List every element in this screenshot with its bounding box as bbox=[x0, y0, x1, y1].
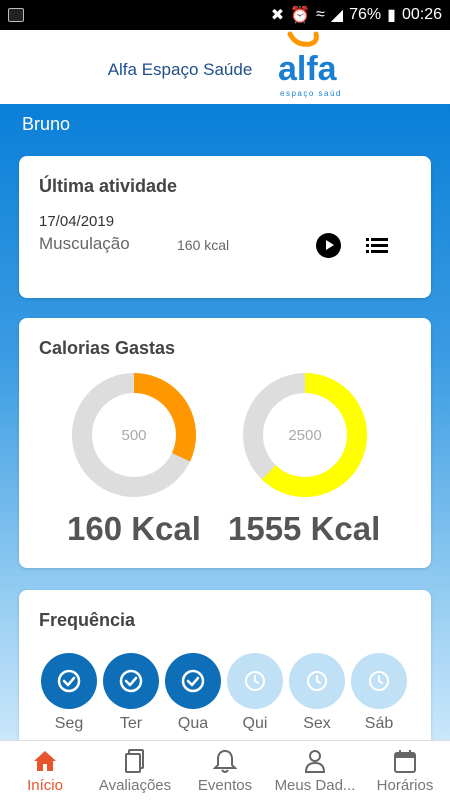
calories-value-daily: 160 Kcal bbox=[67, 510, 201, 547]
day-label: Sex bbox=[303, 715, 331, 732]
calories-title: Calorias Gastas bbox=[39, 338, 176, 358]
brand-name: Alfa Espaço Saúde bbox=[107, 60, 253, 79]
signal-icon: ◢ bbox=[330, 7, 344, 24]
nav-item-avaliacoes[interactable]: Avaliações bbox=[90, 741, 180, 800]
logo-word: alfa bbox=[278, 50, 338, 88]
day-label: Qua bbox=[177, 715, 209, 732]
notification-app-icon bbox=[8, 8, 24, 22]
clock-icon bbox=[351, 653, 407, 709]
battery-icon: ▮ bbox=[387, 7, 396, 24]
day-label: Qui bbox=[242, 715, 268, 732]
calories-value-weekly: 1555 Kcal bbox=[228, 510, 381, 547]
bell-icon bbox=[212, 749, 238, 773]
play-icon[interactable] bbox=[316, 233, 341, 258]
day-label: Seg bbox=[54, 715, 84, 732]
nav-label: Eventos bbox=[197, 777, 253, 794]
donut-goal-label: 2500 bbox=[288, 426, 322, 444]
day-item: Qui bbox=[227, 653, 283, 733]
nav-item-horarios[interactable]: Horários bbox=[360, 741, 450, 800]
activity-kcal: 160 kcal bbox=[177, 237, 230, 253]
day-item: Sáb bbox=[351, 653, 407, 733]
mute-icon: ✖ bbox=[270, 7, 285, 24]
last-activity-title: Última atividade bbox=[39, 176, 178, 196]
wifi-icon: ≈ bbox=[316, 6, 325, 23]
check-icon bbox=[103, 653, 159, 709]
activity-date: 17/04/2019 bbox=[39, 213, 115, 230]
clock-icon bbox=[289, 653, 345, 709]
frequency-title: Frequência bbox=[39, 610, 136, 630]
nav-item-inicio[interactable]: Início bbox=[0, 741, 90, 800]
document-icon bbox=[125, 749, 144, 773]
clock-icon bbox=[227, 653, 283, 709]
nav-label: Início bbox=[27, 777, 63, 794]
day-item: Ter bbox=[103, 653, 159, 733]
alfa-logo: alfa espaço saúde bbox=[266, 30, 342, 104]
list-icon[interactable] bbox=[366, 237, 390, 255]
nav-item-meus-dados[interactable]: Meus Dad... bbox=[270, 741, 360, 800]
calories-donut-weekly: 2500 bbox=[242, 372, 368, 498]
status-bar: ✖ ⏰ ≈ ◢ 76% ▮ 00:26 bbox=[0, 0, 450, 30]
nav-label: Avaliações bbox=[98, 777, 172, 794]
user-icon bbox=[304, 750, 326, 773]
alarm-icon: ⏰ bbox=[290, 7, 311, 24]
day-label: Ter bbox=[119, 715, 143, 732]
nav-label: Horários bbox=[376, 777, 434, 794]
home-icon bbox=[34, 751, 56, 771]
bottom-navigation: Início Avaliações Eventos Meus Dad... Ho… bbox=[0, 740, 450, 800]
calories-card: Calorias Gastas 500 160 Kcal 2500 1555 K… bbox=[19, 318, 431, 568]
day-item: Sex bbox=[289, 653, 345, 733]
battery-level: 76% bbox=[349, 6, 382, 23]
user-name: Bruno bbox=[22, 114, 71, 134]
logo-subtitle: espaço saúde bbox=[280, 89, 342, 98]
nav-item-eventos[interactable]: Eventos bbox=[180, 741, 270, 800]
nav-label: Meus Dad... bbox=[274, 777, 356, 794]
check-icon bbox=[165, 653, 221, 709]
day-label: Sáb bbox=[364, 715, 394, 732]
clock: 00:26 bbox=[401, 6, 442, 23]
last-activity-card[interactable]: Última atividade 17/04/2019 Musculação 1… bbox=[19, 156, 431, 298]
donut-goal-label: 500 bbox=[121, 426, 147, 444]
app-header: Alfa Espaço Saúde alfa espaço saúde bbox=[0, 30, 450, 104]
activity-name: Musculação bbox=[39, 234, 130, 253]
frequency-card: Frequência Seg Ter Qua Qui Sex Sáb bbox=[19, 590, 431, 750]
calendar-icon bbox=[394, 750, 416, 773]
calories-donut-daily: 500 bbox=[71, 372, 197, 498]
day-item: Seg bbox=[41, 653, 97, 733]
day-item: Qua bbox=[165, 653, 221, 733]
check-icon bbox=[41, 653, 97, 709]
